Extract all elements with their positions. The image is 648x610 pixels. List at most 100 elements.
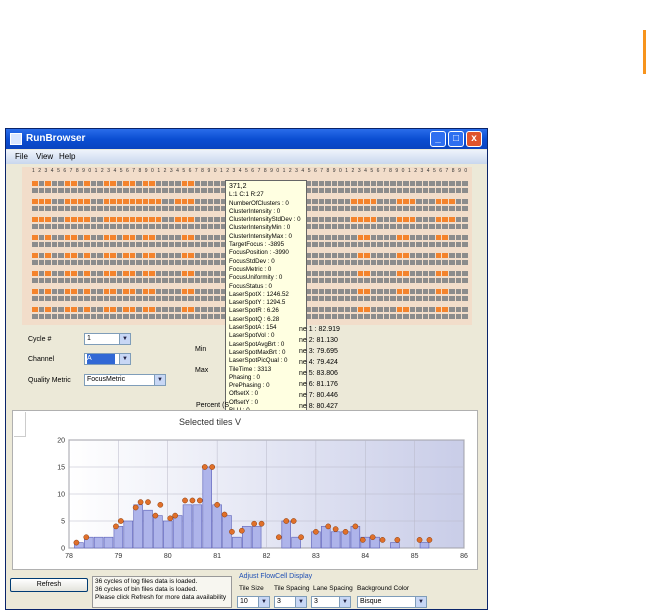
- flowcell-tile[interactable]: [351, 260, 357, 265]
- flowcell-tile[interactable]: [318, 217, 325, 222]
- flowcell-tile[interactable]: [449, 242, 455, 247]
- flowcell-tile[interactable]: [416, 271, 422, 276]
- flowcell-tile[interactable]: [403, 206, 409, 211]
- flowcell-tile[interactable]: [110, 242, 116, 247]
- flowcell-tile[interactable]: [168, 296, 175, 301]
- flowcell-tile[interactable]: [84, 206, 90, 211]
- flowcell-tile[interactable]: [45, 289, 51, 294]
- flowcell-tile[interactable]: [90, 260, 97, 265]
- flowcell-tile[interactable]: [155, 199, 162, 204]
- flowcell-tile[interactable]: [181, 235, 188, 240]
- flowcell-tile[interactable]: [377, 278, 383, 283]
- flowcell-tile[interactable]: [149, 199, 155, 204]
- flowcell-tile[interactable]: [455, 260, 462, 265]
- flowcell-tile[interactable]: [77, 206, 84, 211]
- flowcell-tile[interactable]: [403, 260, 409, 265]
- flowcell-tile[interactable]: [344, 307, 351, 312]
- flowcell-tile[interactable]: [136, 242, 142, 247]
- flowcell-tile[interactable]: [71, 271, 77, 276]
- flowcell-tile[interactable]: [129, 289, 136, 294]
- flowcell-tile[interactable]: [318, 271, 325, 276]
- flowcell-tile[interactable]: [116, 271, 123, 276]
- flowcell-tile[interactable]: [103, 242, 110, 247]
- flowcell-tile[interactable]: [155, 181, 162, 186]
- flowcell-tile[interactable]: [155, 224, 162, 229]
- flowcell-tile[interactable]: [364, 271, 370, 276]
- flowcell-tile[interactable]: [455, 217, 462, 222]
- flowcell-tile[interactable]: [364, 314, 370, 319]
- flowcell-tile[interactable]: [455, 235, 462, 240]
- flowcell-tile[interactable]: [129, 253, 136, 258]
- flowcell-tile[interactable]: [377, 181, 383, 186]
- flowcell-tile[interactable]: [331, 253, 338, 258]
- flowcell-tile[interactable]: [142, 314, 149, 319]
- flowcell-tile[interactable]: [129, 206, 136, 211]
- flowcell-tile[interactable]: [338, 307, 344, 312]
- flowcell-tile[interactable]: [77, 307, 84, 312]
- flowcell-tile[interactable]: [32, 235, 38, 240]
- flowcell-tile[interactable]: [116, 199, 123, 204]
- flowcell-tile[interactable]: [442, 217, 448, 222]
- flowcell-tile[interactable]: [175, 289, 181, 294]
- flowcell-tile[interactable]: [435, 224, 442, 229]
- flowcell-tile[interactable]: [194, 271, 201, 276]
- flowcell-tile[interactable]: [71, 242, 77, 247]
- flowcell-tile[interactable]: [201, 289, 207, 294]
- flowcell-tile[interactable]: [64, 296, 71, 301]
- flowcell-tile[interactable]: [51, 278, 58, 283]
- flowcell-tile[interactable]: [390, 260, 396, 265]
- flowcell-tile[interactable]: [77, 188, 84, 193]
- flowcell-tile[interactable]: [58, 289, 64, 294]
- flowcell-tile[interactable]: [207, 235, 214, 240]
- flowcell-tile[interactable]: [149, 224, 155, 229]
- flowcell-tile[interactable]: [110, 199, 116, 204]
- flowcell-tile[interactable]: [312, 199, 318, 204]
- flowcell-tile[interactable]: [201, 271, 207, 276]
- flowcell-tile[interactable]: [38, 260, 45, 265]
- flowcell-tile[interactable]: [312, 235, 318, 240]
- flowcell-tile[interactable]: [51, 253, 58, 258]
- flowcell-tile[interactable]: [344, 188, 351, 193]
- flowcell-tile[interactable]: [181, 199, 188, 204]
- flowcell-tile[interactable]: [97, 289, 103, 294]
- flowcell-tile[interactable]: [45, 188, 51, 193]
- flowcell-tile[interactable]: [90, 235, 97, 240]
- flowcell-tile[interactable]: [214, 307, 220, 312]
- flowcell-tile[interactable]: [429, 217, 435, 222]
- flowcell-tile[interactable]: [142, 188, 149, 193]
- flowcell-tile[interactable]: [90, 278, 97, 283]
- flowcell-tile[interactable]: [162, 289, 168, 294]
- flowcell-tile[interactable]: [90, 253, 97, 258]
- flowcell-tile[interactable]: [181, 181, 188, 186]
- flowcell-tile[interactable]: [51, 224, 58, 229]
- flowcell-tile[interactable]: [32, 217, 38, 222]
- flowcell-tile[interactable]: [45, 296, 51, 301]
- flowcell-tile[interactable]: [383, 242, 390, 247]
- flowcell-tile[interactable]: [162, 271, 168, 276]
- flowcell-tile[interactable]: [188, 181, 194, 186]
- flowcell-tile[interactable]: [325, 206, 331, 211]
- flowcell-tile[interactable]: [429, 307, 435, 312]
- flowcell-tile[interactable]: [383, 181, 390, 186]
- flowcell-tile[interactable]: [442, 253, 448, 258]
- flowcell-tile[interactable]: [416, 235, 422, 240]
- flowcell-tile[interactable]: [312, 260, 318, 265]
- flowcell-tile[interactable]: [201, 188, 207, 193]
- flowcell-tile[interactable]: [149, 188, 155, 193]
- flowcell-tile[interactable]: [123, 307, 129, 312]
- flowcell-tile[interactable]: [325, 217, 331, 222]
- flowcell-tile[interactable]: [207, 278, 214, 283]
- flowcell-tile[interactable]: [64, 307, 71, 312]
- flowcell-tile[interactable]: [201, 235, 207, 240]
- flowcell-tile[interactable]: [435, 278, 442, 283]
- flowcell-tile[interactable]: [97, 314, 103, 319]
- menu-view[interactable]: View: [36, 152, 53, 161]
- flowcell-tile[interactable]: [51, 206, 58, 211]
- flowcell-tile[interactable]: [429, 278, 435, 283]
- flowcell-tile[interactable]: [149, 289, 155, 294]
- flowcell-tile[interactable]: [45, 271, 51, 276]
- flowcell-tile[interactable]: [435, 271, 442, 276]
- flowcell-tile[interactable]: [449, 199, 455, 204]
- flowcell-tile[interactable]: [312, 217, 318, 222]
- flowcell-tile[interactable]: [403, 224, 409, 229]
